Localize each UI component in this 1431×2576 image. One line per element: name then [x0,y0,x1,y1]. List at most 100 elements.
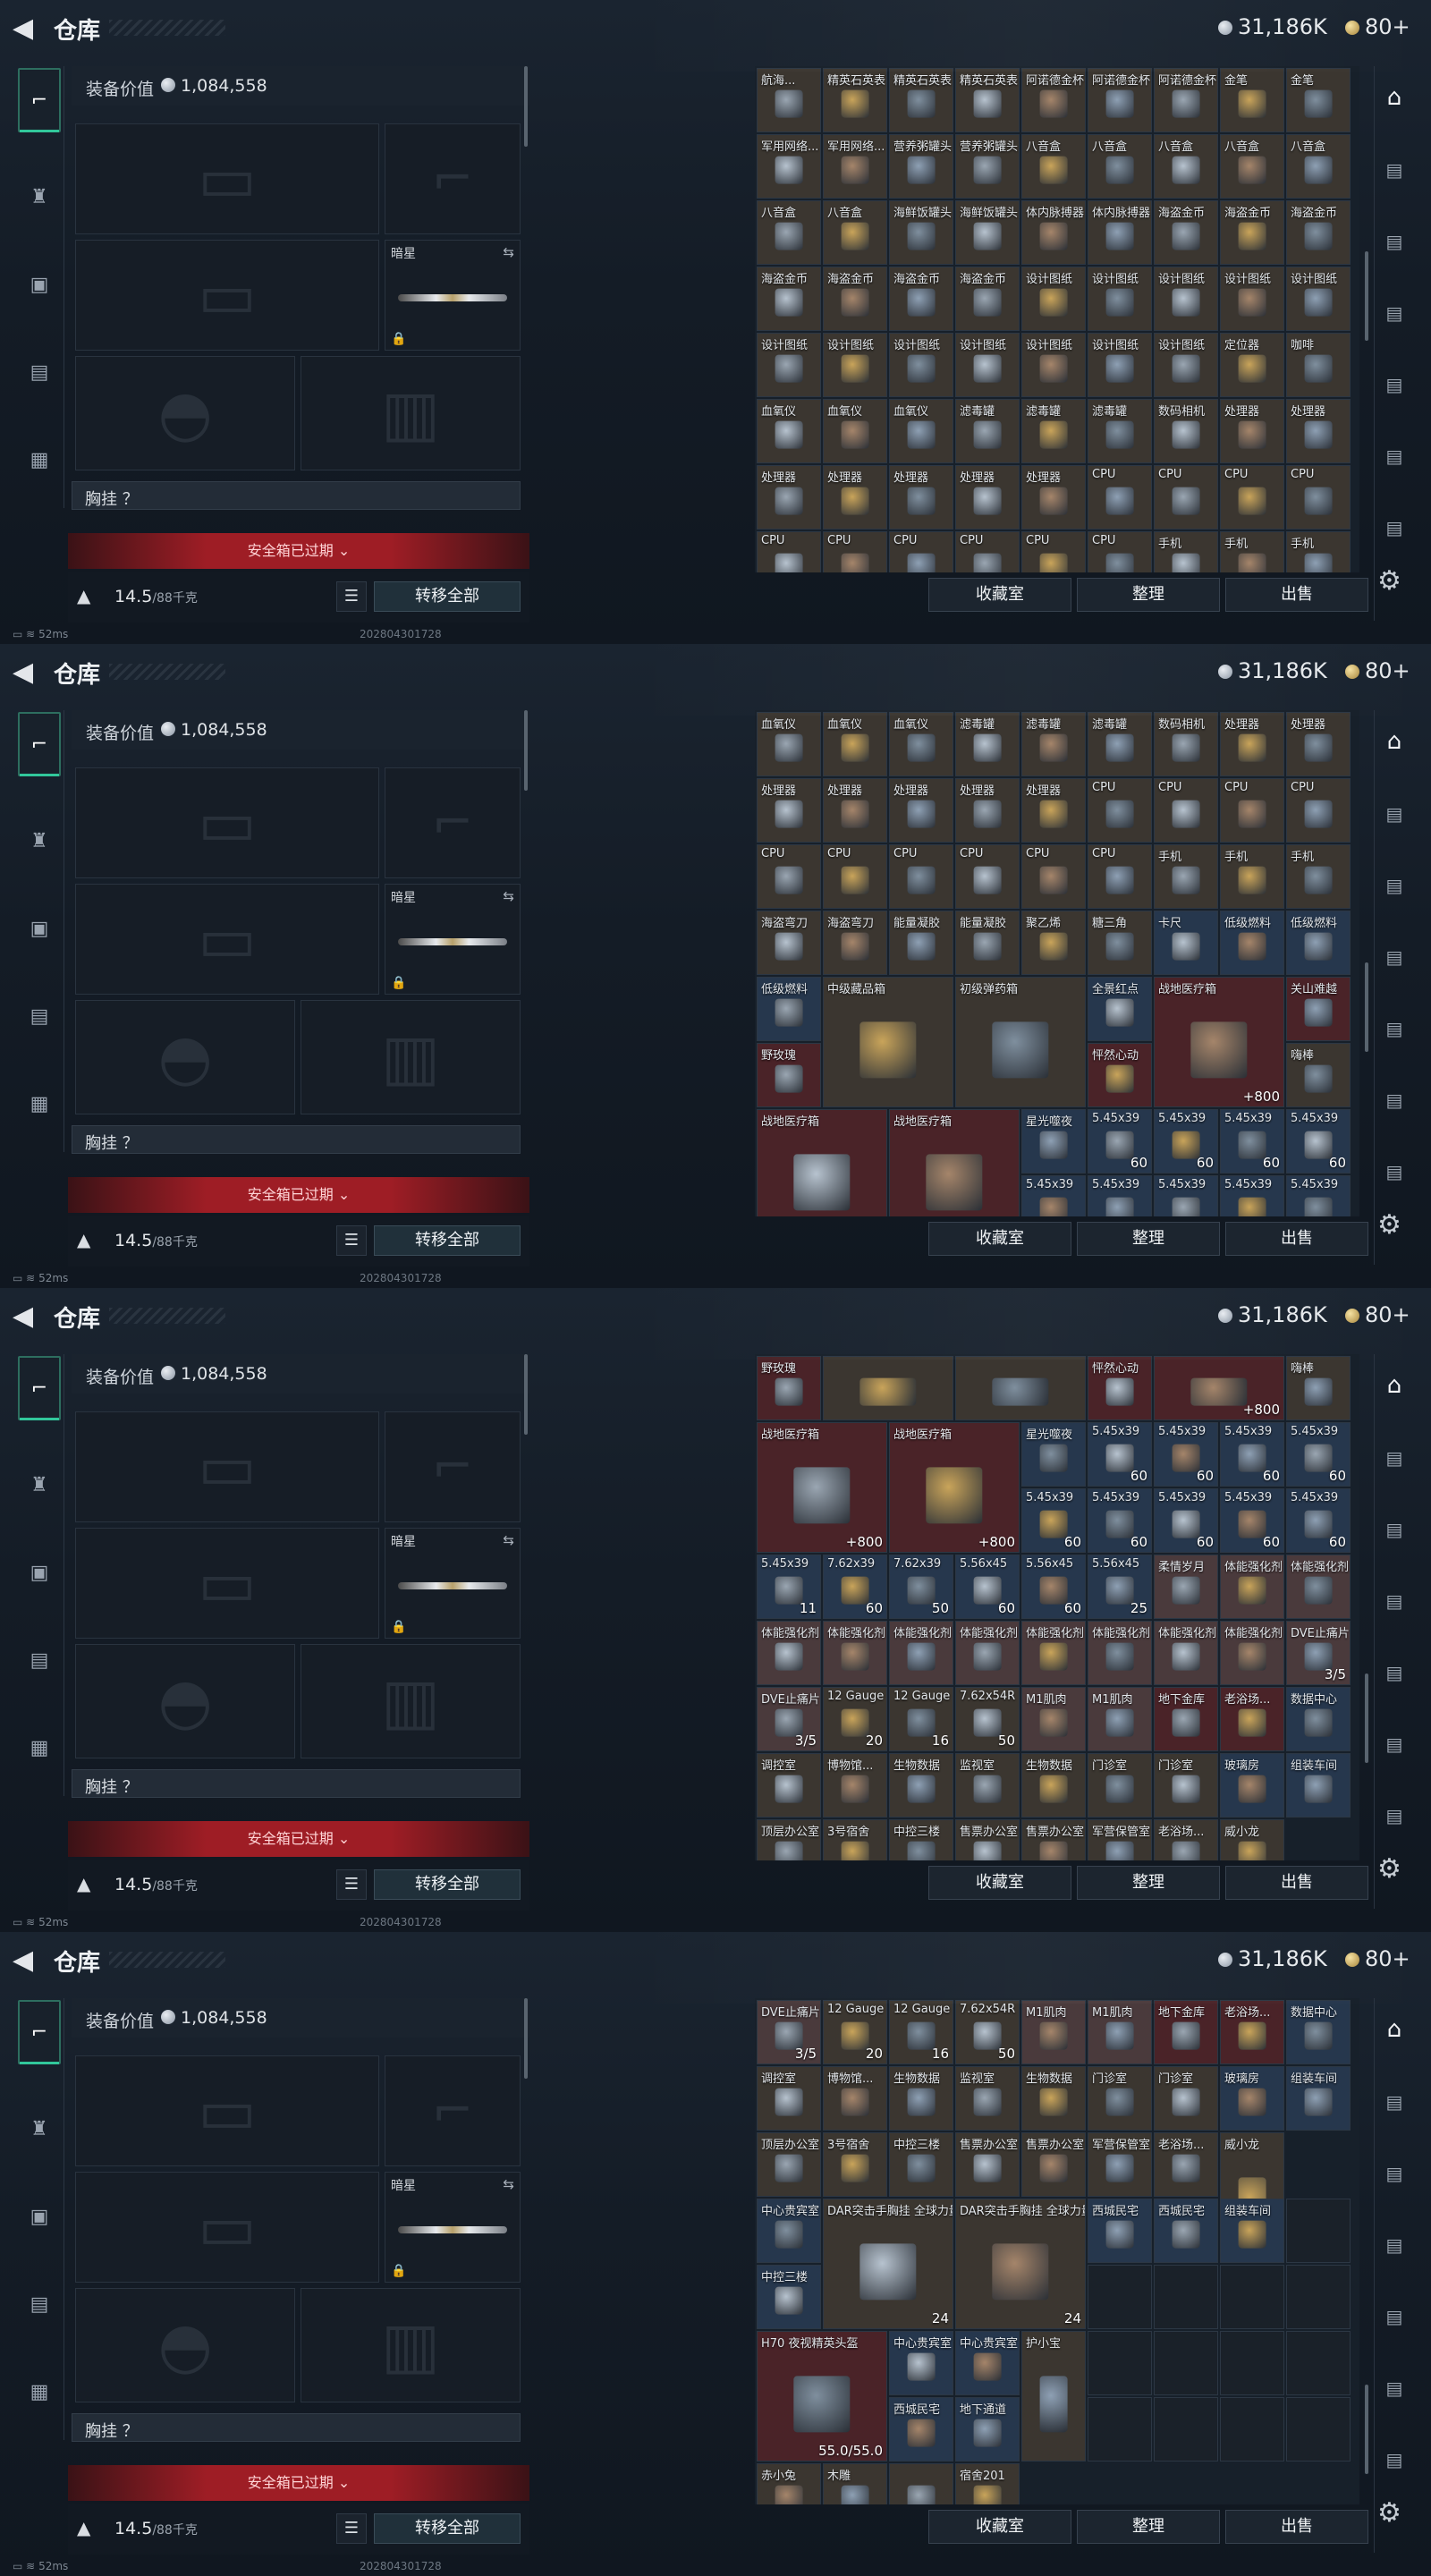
inventory-item[interactable]: 军用网络... [823,134,887,199]
inventory-item[interactable]: 威小龙 [1220,1819,1284,1860]
storage-page-3-icon[interactable]: ▤ [1378,2234,1410,2267]
inventory-item[interactable]: 战地医疗箱 [889,1109,1020,1216]
inventory-item[interactable]: 5.45x39 60 [1088,1109,1152,1174]
inventory-item[interactable]: 血氧仪 [823,399,887,463]
safe-box-expired-banner[interactable]: 安全箱已过期 ⌄ [68,2465,529,2501]
collection-room-button[interactable]: 收藏室 [928,578,1071,612]
inventory-item[interactable]: +800 [1154,1356,1284,1420]
rail-tab-case[interactable]: ▦ [18,1072,61,1136]
rail-tab-armor[interactable]: ♜ [18,809,61,873]
inventory-item[interactable]: 玻璃房 [1220,2066,1284,2131]
inventory-item[interactable]: 处理器 [757,778,821,843]
inventory-item[interactable]: 5.45x39 [1286,1175,1351,1216]
inventory-item[interactable]: 精英石英表 [889,68,953,132]
inventory-item[interactable]: 5.45x39 60 [1154,1422,1218,1487]
inventory-item[interactable]: 7.62x54R 50 [955,1687,1020,1751]
inventory-item[interactable]: 设计图纸 [955,333,1020,397]
inventory-item[interactable]: 售票办公室 [955,1819,1020,1860]
inventory-item[interactable]: 5.45x39 60 [1021,1488,1086,1553]
rail-tab-backpack[interactable]: ▣ [18,252,61,317]
inventory-item[interactable]: 星光噬夜 [1021,1109,1086,1174]
inventory-item[interactable]: CPU [1220,465,1284,530]
sort-button[interactable]: 整理 [1077,578,1220,612]
inventory-item[interactable]: 处理器 [889,778,953,843]
inventory-item[interactable]: 滤毒罐 [1088,399,1152,463]
helmet-slot[interactable]: ◓ [75,1000,295,1114]
inventory-item[interactable]: 体内脉搏器 [1088,200,1152,265]
inventory-item[interactable]: 5.45x39 [1021,1175,1086,1216]
list-button[interactable]: ☰ [336,1869,367,1900]
armor-slot[interactable]: ▥ [301,1000,521,1114]
gear-icon[interactable]: ⚙ [1377,1853,1401,1885]
inventory-item[interactable]: 设计图纸 [1220,267,1284,331]
gold-currency[interactable]: 80+ [1345,1302,1410,1327]
armor-slot[interactable]: ▥ [301,1644,521,1758]
rail-tab-tasks[interactable]: ▤ [18,2272,61,2336]
inventory-item[interactable]: 滤毒罐 [1088,712,1152,776]
collection-room-button[interactable]: 收藏室 [928,2510,1071,2544]
inventory-item[interactable]: DVE止痛片 3/5 [757,1687,821,1751]
inventory-item[interactable]: DVE止痛片 3/5 [1286,1621,1351,1685]
inventory-item[interactable]: 八音盒 [1286,134,1351,199]
rail-tab-tasks[interactable]: ▤ [18,1628,61,1692]
inventory-item[interactable]: CPU [1088,844,1152,909]
inventory-item[interactable]: 处理器 [1021,465,1086,530]
inventory-item[interactable]: 调控室 [757,2066,821,2131]
inventory-item[interactable]: 战地医疗箱 +800 [889,1422,1020,1553]
inventory-item[interactable]: 处理器 [889,465,953,530]
storage-page-1-icon[interactable]: ▤ [1378,803,1410,835]
inventory-item[interactable]: 体能强化剂 [955,1621,1020,1685]
inventory-item[interactable]: 生物数据 [889,1753,953,1818]
silver-currency[interactable]: 31,186K [1218,1946,1327,1971]
inventory-item[interactable]: 八音盒 [1021,134,1086,199]
storage-page-1-icon[interactable]: ▤ [1378,159,1410,191]
inventory-item[interactable]: 设计图纸 [823,333,887,397]
inventory-item[interactable]: 海盗金币 [823,267,887,331]
helmet-slot[interactable]: ◓ [75,1644,295,1758]
inventory-item[interactable]: 售票办公室 [1021,2132,1086,2197]
primary-weapon-slot[interactable]: ▭ [75,1411,379,1522]
pistol-slot[interactable]: ⌐ [385,767,521,878]
chest-rig-slot[interactable]: 胸挂 ？ [72,2413,521,2442]
inventory-item[interactable]: 航海... [757,68,821,132]
inventory-item[interactable]: CPU [1220,778,1284,843]
storage-page-5-icon[interactable]: ▤ [1378,445,1410,478]
inventory-item[interactable]: 军用网络... [757,134,821,199]
inventory-item[interactable]: 滤毒罐 [1021,712,1086,776]
inventory-item[interactable]: 生物数据 [889,2066,953,2131]
inventory-item[interactable]: 血氧仪 [757,399,821,463]
inventory-item[interactable]: 手机 [1220,531,1284,572]
inventory-item[interactable]: 营养粥罐头 [955,134,1020,199]
rail-tab-armor[interactable]: ♜ [18,1453,61,1517]
inventory-item[interactable]: 西城民宅 [1154,2199,1218,2263]
inventory-item[interactable]: 精英石英表 [823,68,887,132]
warehouse-tab-icon[interactable]: ⌂ [1378,1372,1410,1404]
inventory-item[interactable]: 设计图纸 [1286,267,1351,331]
inventory-item[interactable]: CPU [823,531,887,572]
swap-icon[interactable]: ⇆ [503,2176,514,2192]
inventory-item[interactable]: 处理器 [955,778,1020,843]
rail-tab-case[interactable]: ▦ [18,1716,61,1780]
secondary-weapon-slot[interactable]: ▭ [75,2172,379,2283]
gold-currency[interactable]: 80+ [1345,658,1410,683]
rail-tab-case[interactable]: ▦ [18,428,61,492]
inventory-item[interactable]: 中控三楼 [889,2132,953,2197]
inventory-item[interactable]: 门诊室 [1088,2066,1152,2131]
secondary-weapon-slot[interactable]: ▭ [75,240,379,351]
inventory-item[interactable]: 海盗金币 [1220,200,1284,265]
inventory-item[interactable]: 老浴场... [1220,1687,1284,1751]
inventory-item[interactable]: 手机 [1154,844,1218,909]
inventory-item[interactable]: 体能强化剂 [1154,1621,1218,1685]
inventory-item[interactable]: 军营保管室 [1088,2132,1152,2197]
inventory-item[interactable]: 西城民宅 [889,2397,953,2462]
inventory-item[interactable]: 低级燃料 [1220,911,1284,975]
inventory-item[interactable]: 3号宿舍 [823,1819,887,1860]
inventory-item[interactable]: 赤小兔 [757,2463,821,2504]
inventory-item[interactable]: 3号宿舍 [823,2132,887,2197]
storage-page-2-icon[interactable]: ▤ [1378,2163,1410,2195]
inventory-item[interactable]: 博物馆... [823,2066,887,2131]
inventory-item[interactable]: 数码相机 [1154,399,1218,463]
collection-room-button[interactable]: 收藏室 [928,1866,1071,1900]
helmet-slot[interactable]: ◓ [75,2288,295,2402]
storage-page-4-icon[interactable]: ▤ [1378,1662,1410,1694]
